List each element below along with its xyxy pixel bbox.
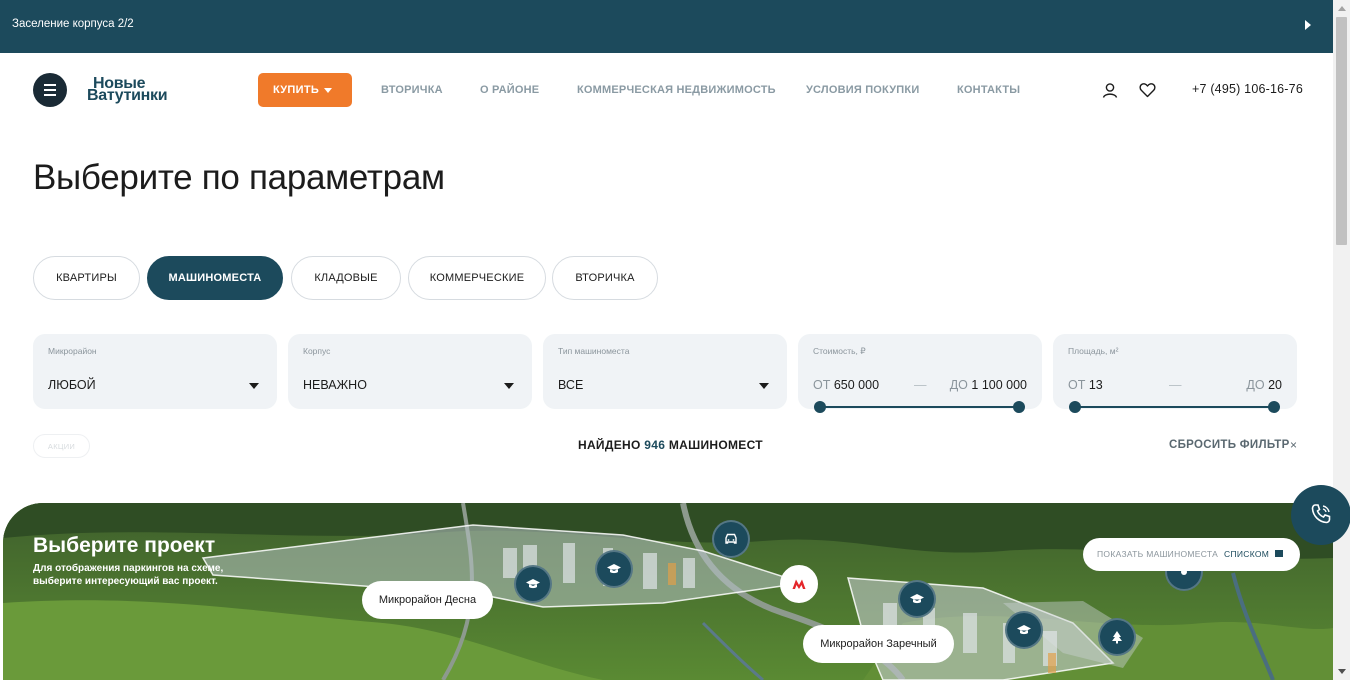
map-title: Выберите проект (33, 534, 216, 557)
results-count: НАЙДЕНО 946 МАШИНОМЕСТ (578, 438, 763, 452)
car-icon (725, 533, 737, 544)
scroll-up-icon[interactable] (1338, 6, 1346, 11)
parking-type-value: ВСЕ (558, 378, 584, 392)
area-to[interactable]: ДО 20 (1246, 378, 1282, 392)
callback-button[interactable] (1291, 485, 1350, 545)
school-pin[interactable] (514, 565, 552, 603)
user-icon[interactable] (1102, 82, 1118, 98)
menu-button[interactable] (33, 73, 67, 107)
price-separator: — (914, 378, 927, 392)
park-pin[interactable] (1098, 618, 1136, 656)
tab-apartments[interactable]: КВАРТИРЫ (33, 256, 140, 300)
price-to[interactable]: ДО 1 100 000 (950, 378, 1027, 392)
phone-number[interactable]: +7 (495) 106-16-76 (1192, 82, 1303, 96)
metro-pin[interactable] (780, 565, 818, 603)
chevron-down-icon (249, 383, 259, 389)
district-zarechny-label[interactable]: Микрорайон Заречный (803, 625, 954, 663)
building-select[interactable]: Корпус НЕВАЖНО (288, 334, 532, 409)
area-label: Площадь, м² (1068, 346, 1119, 356)
area-slider-track[interactable] (1075, 406, 1275, 408)
price-label: Стоимость, ₽ (813, 346, 866, 356)
district-select[interactable]: Микрорайон ЛЮБОЙ (33, 334, 277, 409)
buy-button[interactable]: КУПИТЬ (258, 73, 352, 107)
results-count-value: 946 (644, 438, 666, 452)
district-desna-label[interactable]: Микрорайон Десна (362, 581, 493, 619)
site-logo[interactable]: Новые Ватутинки (87, 75, 179, 105)
map-subtitle: Для отображения паркингов на схеме, выбе… (33, 563, 224, 587)
aerial-map-image (3, 503, 1333, 680)
metro-icon (792, 579, 806, 589)
scroll-down-icon[interactable] (1338, 669, 1346, 674)
reset-filter-label: СБРОСИТЬ ФИЛЬТР (1169, 439, 1290, 451)
nav-item-contacts[interactable]: КОНТАКТЫ (957, 84, 1020, 96)
show-list-button[interactable]: ПОКАЗАТЬ МАШИНОМЕСТА СПИСКОМ (1083, 538, 1300, 571)
project-map[interactable]: Выберите проект Для отображения паркинго… (3, 503, 1333, 680)
area-from[interactable]: ОТ 13 (1068, 378, 1103, 392)
building-value: НЕВАЖНО (303, 378, 367, 392)
price-min-handle[interactable] (814, 401, 826, 413)
district-value: ЛЮБОЙ (48, 378, 96, 392)
tab-parking[interactable]: МАШИНОМЕСТА (147, 256, 283, 300)
school-icon (1017, 625, 1031, 635)
tab-storage[interactable]: КЛАДОВЫЕ (291, 256, 401, 300)
tree-icon (1112, 631, 1122, 644)
chevron-down-icon (324, 88, 332, 93)
promo-tag[interactable]: АКЦИИ (33, 434, 90, 458)
nav-item-commercial[interactable]: КОММЕРЧЕСКАЯ НЕДВИЖИМОСТЬ (577, 84, 776, 96)
building-label: Корпус (303, 346, 331, 356)
heart-icon[interactable] (1139, 82, 1156, 98)
buy-label: КУПИТЬ (273, 84, 320, 96)
area-separator: — (1169, 378, 1182, 392)
parking-pin[interactable] (712, 520, 750, 558)
logo-line2: Ватутинки (87, 87, 168, 104)
school-pin[interactable] (1005, 611, 1043, 649)
nav-item-secondary[interactable]: ВТОРИЧКА (381, 84, 443, 96)
district-label: Микрорайон (48, 346, 97, 356)
school-icon (607, 564, 621, 574)
area-min-handle[interactable] (1069, 401, 1081, 413)
tab-commercial[interactable]: КОММЕРЧЕСКИЕ (408, 256, 546, 300)
parking-type-label: Тип машиноместа (558, 346, 630, 356)
school-icon (526, 579, 540, 589)
chevron-down-icon (504, 383, 514, 389)
price-range: Стоимость, ₽ ОТ 650 000 — ДО 1 100 000 (798, 334, 1042, 413)
reset-filter-button[interactable]: СБРОСИТЬ ФИЛЬТР × (1169, 438, 1297, 452)
price-max-handle[interactable] (1013, 401, 1025, 413)
price-slider-track[interactable] (820, 406, 1020, 408)
arrow-right-icon[interactable] (1305, 20, 1311, 30)
list-icon (1275, 550, 1283, 557)
notice-text: Заселение корпуса 2/2 (12, 18, 134, 30)
area-max-handle[interactable] (1268, 401, 1280, 413)
price-from[interactable]: ОТ 650 000 (813, 378, 879, 392)
page-title: Выберите по параметрам (33, 158, 445, 197)
show-list-accent: СПИСКОМ (1224, 549, 1270, 559)
tab-secondary[interactable]: ВТОРИЧКА (552, 256, 658, 300)
scrollbar[interactable] (1333, 0, 1350, 680)
school-pin[interactable] (595, 550, 633, 588)
school-pin[interactable] (898, 580, 936, 618)
nav-item-about-area[interactable]: О РАЙОНЕ (480, 84, 539, 96)
chevron-down-icon (759, 383, 769, 389)
phone-icon (1311, 504, 1331, 524)
site-header: Новые Ватутинки КУПИТЬ ВТОРИЧКА О РАЙОНЕ… (0, 53, 1333, 127)
hamburger-icon (44, 84, 56, 86)
school-icon (910, 594, 924, 604)
parking-type-select[interactable]: Тип машиноместа ВСЕ (543, 334, 787, 409)
area-range: Площадь, м² ОТ 13 — ДО 20 (1053, 334, 1297, 413)
nav-item-purchase-terms[interactable]: УСЛОВИЯ ПОКУПКИ (806, 84, 919, 96)
close-icon: × (1290, 438, 1298, 452)
scroll-thumb[interactable] (1336, 17, 1347, 245)
top-notice-bar[interactable]: Заселение корпуса 2/2 (0, 0, 1333, 53)
show-list-text: ПОКАЗАТЬ МАШИНОМЕСТА (1097, 549, 1219, 559)
